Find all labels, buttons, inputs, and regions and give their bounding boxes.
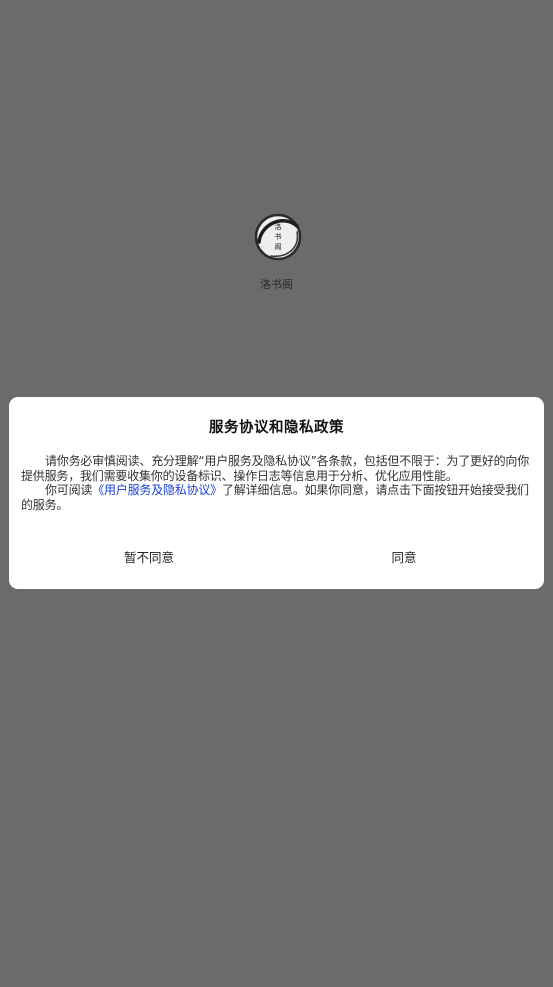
dialog-paragraph-1: 请你务必审慎阅读、充分理解“用户服务及隐私协议”各条款，包括但不限于：为了更好的… xyxy=(21,454,530,483)
user-service-privacy-agreement-link[interactable]: 《用户服务及隐私协议》 xyxy=(92,483,222,497)
svg-text:阁: 阁 xyxy=(275,242,282,251)
app-logo: 洛 书 阁 xyxy=(253,212,303,262)
dialog-body: 请你务必审慎阅读、充分理解“用户服务及隐私协议”各条款，包括但不限于：为了更好的… xyxy=(21,454,533,512)
disagree-button[interactable]: 暂不同意 xyxy=(49,543,249,573)
svg-text:洛: 洛 xyxy=(275,222,282,231)
agree-button[interactable]: 同意 xyxy=(304,543,504,573)
privacy-dialog: 服务协议和隐私政策 请你务必审慎阅读、充分理解“用户服务及隐私协议”各条款，包括… xyxy=(9,397,544,589)
svg-text:书: 书 xyxy=(275,232,282,241)
app-name: 洛书阁 xyxy=(260,278,293,291)
paragraph-2-prefix: 你可阅读 xyxy=(45,483,93,497)
dialog-title: 服务协议和隐私政策 xyxy=(209,420,344,436)
dialog-paragraph-2: 你可阅读《用户服务及隐私协议》了解详细信息。如果你同意，请点击下面按钮开始接受我… xyxy=(21,483,533,512)
